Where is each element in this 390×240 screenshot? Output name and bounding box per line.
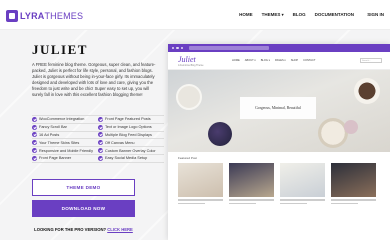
feature-item: Custom Banner Overlay Color xyxy=(98,148,164,154)
post-title-line xyxy=(178,202,205,205)
preview-nav-item: SHOP xyxy=(290,59,299,62)
cake-image xyxy=(318,118,348,148)
theme-description: A FREE feminine blog theme. Gorgeous, su… xyxy=(32,62,156,97)
preview-nav-item: PAGES ▾ xyxy=(274,59,286,62)
post-thumbnail xyxy=(331,163,376,197)
feature-row: 16 Ad Posts Multiple Blog Feed Displays xyxy=(32,132,164,140)
sign-in-link[interactable]: SIGN IN xyxy=(367,12,384,17)
browser-chrome xyxy=(168,44,390,52)
preview-site-tagline: A Feminine Blog Theme xyxy=(178,64,204,67)
preview-nav-item: HOME xyxy=(232,59,240,62)
check-icon xyxy=(98,116,103,122)
check-icon xyxy=(32,124,37,130)
post-thumbnail xyxy=(178,163,223,197)
preview-post xyxy=(331,163,376,205)
logo-text: LYRATHEMES xyxy=(20,11,84,21)
preview-post xyxy=(229,163,274,205)
preview-search-box: Search... xyxy=(360,58,382,63)
feature-item: WooCommerce Integration xyxy=(32,116,98,122)
window-dot-icon xyxy=(172,46,175,50)
check-icon xyxy=(98,124,103,130)
post-title-line xyxy=(178,199,223,201)
check-icon xyxy=(32,116,37,122)
feature-row: Front Page Banner Easy Social Media Setu… xyxy=(32,155,164,163)
feature-item: Off Canvas Menu xyxy=(98,140,164,146)
feature-item: 16 Ad Posts xyxy=(32,132,98,138)
feature-row: Fancy Scroll Bar Text or Image Logo Opti… xyxy=(32,124,164,132)
flowers-image xyxy=(344,120,358,134)
nav-item-blog[interactable]: BLOG xyxy=(293,12,306,17)
window-dot-icon xyxy=(180,46,184,50)
check-icon xyxy=(32,155,37,161)
coffee-image xyxy=(354,78,380,104)
post-thumbnail xyxy=(280,163,325,197)
feature-item: Fancy Scroll Bar xyxy=(32,124,98,130)
download-now-button[interactable]: DOWNLOAD NOW xyxy=(32,200,135,217)
feature-item: Responsive and Mobile Friendly xyxy=(32,148,98,154)
post-thumbnail xyxy=(229,163,274,197)
chevron-down-icon: ▾ xyxy=(281,12,284,17)
preview-post-grid xyxy=(168,163,390,205)
feature-item: Front Page Featured Posts xyxy=(98,116,164,122)
pro-version-link[interactable]: CLICK HERE xyxy=(107,227,133,232)
preview-hero-caption: Gorgeous, Minimal, Beautiful xyxy=(240,97,316,119)
theme-title: JULIET xyxy=(32,42,88,57)
feature-item: Your Theme Skins Sites xyxy=(32,140,98,146)
feature-item: Easy Social Media Setup xyxy=(98,155,164,161)
nav-item-documentation[interactable]: DOCUMENTATION xyxy=(315,12,354,17)
preview-nav-item: BLOG ▾ xyxy=(260,59,270,62)
preview-post xyxy=(280,163,325,205)
pro-version-prompt: LOOKING FOR THE PRO VERSION? CLICK HERE xyxy=(34,227,133,232)
window-dot-icon xyxy=(176,46,179,50)
lyrathemes-logo[interactable]: LYRATHEMES xyxy=(6,9,83,23)
feature-row: WooCommerce Integration Front Page Featu… xyxy=(32,116,164,124)
preview-post xyxy=(178,163,223,205)
preview-nav-item: ABOUT ▾ xyxy=(244,59,256,62)
check-icon xyxy=(32,132,37,138)
theme-preview-screenshot: Juliet A Feminine Blog Theme HOME ABOUT … xyxy=(168,44,390,240)
address-bar xyxy=(189,46,270,50)
post-title-line xyxy=(280,199,325,201)
check-icon xyxy=(32,140,37,146)
feature-row: Your Theme Skins Sites Off Canvas Menu xyxy=(32,139,164,148)
top-navbar: LYRATHEMES HOME THEMES ▾ BLOG DOCUMENTAT… xyxy=(0,0,390,30)
post-title-line xyxy=(280,202,307,205)
logo-mark-icon xyxy=(6,10,18,22)
post-title-line xyxy=(229,199,274,201)
feature-list: WooCommerce Integration Front Page Featu… xyxy=(32,115,164,163)
preview-nav-item: CONTACT xyxy=(303,59,316,62)
feature-item: Multiple Blog Feed Displays xyxy=(98,132,164,138)
preview-hero-image: Gorgeous, Minimal, Beautiful xyxy=(168,70,390,152)
feature-item: Front Page Banner xyxy=(32,155,98,161)
teacup-image xyxy=(176,84,202,110)
check-icon xyxy=(32,148,37,154)
nav-item-themes[interactable]: THEMES ▾ xyxy=(262,12,284,17)
check-icon xyxy=(98,148,103,154)
check-icon xyxy=(98,132,103,138)
preview-site-header: Juliet A Feminine Blog Theme HOME ABOUT … xyxy=(168,52,390,70)
preview-section-label: Featured Post xyxy=(178,156,197,160)
theme-demo-button[interactable]: THEME DEMO xyxy=(32,179,135,196)
berries-image xyxy=(208,122,232,146)
feature-row: Responsive and Mobile Friendly Custom Ba… xyxy=(32,147,164,155)
check-icon xyxy=(98,155,103,161)
nav-item-home[interactable]: HOME xyxy=(239,12,253,17)
check-icon xyxy=(98,140,103,146)
feature-item: Text or Image Logo Options xyxy=(98,124,164,130)
main-nav: HOME THEMES ▾ BLOG DOCUMENTATION xyxy=(239,12,354,17)
preview-site-nav: HOME ABOUT ▾ BLOG ▾ PAGES ▾ SHOP CONTACT xyxy=(232,59,315,62)
post-title-line xyxy=(331,202,358,205)
post-title-line xyxy=(229,202,256,205)
preview-site-logo: Juliet xyxy=(178,55,196,64)
post-title-line xyxy=(331,199,376,201)
